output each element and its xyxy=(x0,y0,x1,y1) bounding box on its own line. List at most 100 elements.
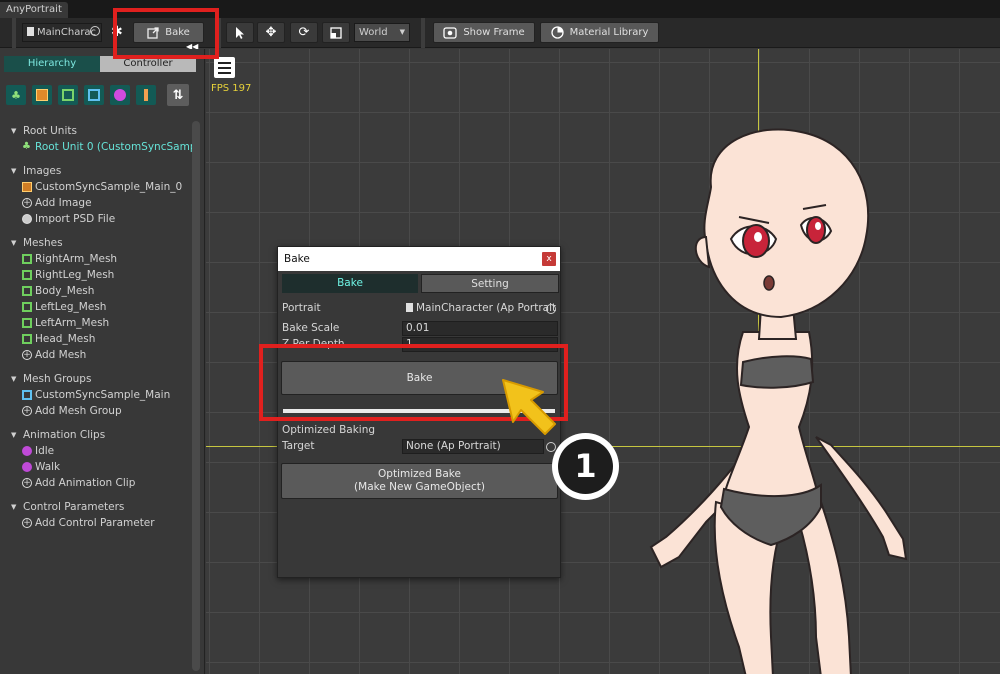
plus-circle-icon: + xyxy=(22,518,32,528)
expand-triangle-icon: ▼ xyxy=(11,167,17,175)
hierarchy-sidebar: Hierarchy Controller ♣ ⇅ ▼ Root Units ♣ Ro… xyxy=(0,49,205,674)
object-picker-icon[interactable] xyxy=(546,442,556,452)
file-icon xyxy=(27,27,34,36)
group-control-parameters[interactable]: ▼ Control Parameters xyxy=(0,499,195,515)
import-psd-button[interactable]: Import PSD File xyxy=(0,211,195,227)
material-library-button[interactable]: Material Library xyxy=(540,22,659,43)
add-mesh-button[interactable]: + Add Mesh xyxy=(0,347,195,363)
expand-triangle-icon: ▼ xyxy=(11,503,17,511)
sort-button[interactable]: ⇅ xyxy=(167,84,189,106)
add-animation-clip-button[interactable]: + Add Animation Clip xyxy=(0,475,195,491)
scale-icon xyxy=(330,26,342,39)
mesh-icon xyxy=(22,270,32,280)
mesh-filter-icon[interactable] xyxy=(58,85,78,105)
file-icon xyxy=(406,303,413,312)
list-item-mesh[interactable]: LeftLeg_Mesh xyxy=(0,299,195,315)
tab-hierarchy[interactable]: Hierarchy xyxy=(4,56,100,72)
plus-circle-icon: + xyxy=(22,198,32,208)
camera-frame-icon xyxy=(443,26,457,39)
list-item-mesh[interactable]: RightLeg_Mesh xyxy=(0,267,195,283)
list-item-mesh[interactable]: Body_Mesh xyxy=(0,283,195,299)
scale-tool-button[interactable] xyxy=(322,22,350,43)
target-object-field[interactable]: None (Ap Portrait) xyxy=(402,439,544,454)
fps-counter: FPS 197 xyxy=(211,83,252,94)
list-item-mesh[interactable]: LeftArm_Mesh xyxy=(0,315,195,331)
step-number-badge: 1 xyxy=(552,433,619,500)
expand-triangle-icon: ▼ xyxy=(11,239,17,247)
add-image-button[interactable]: + Add Image xyxy=(0,195,195,211)
animation-filter-icon[interactable] xyxy=(110,85,130,105)
root-unit-icon: ♣ xyxy=(22,141,31,152)
add-mesh-group-button[interactable]: + Add Mesh Group xyxy=(0,403,195,419)
sidebar-scrollbar[interactable] xyxy=(192,121,200,671)
list-item-mesh[interactable]: RightArm_Mesh xyxy=(0,251,195,267)
hierarchy-tree: ▼Root Units ♣Root Unit 0 (CustomSyncSamp… xyxy=(0,123,195,531)
optimized-bake-button[interactable]: Optimized Bake (Make New GameObject) xyxy=(281,463,558,499)
animation-clip-icon xyxy=(22,462,32,472)
rotate-icon: ⟳ xyxy=(298,25,310,40)
move-tool-button[interactable]: ✥ xyxy=(257,22,285,43)
control-param-filter-icon[interactable] xyxy=(136,85,156,105)
optimized-baking-label: Optimized Baking xyxy=(282,424,376,436)
dialog-tabs: Bake Setting xyxy=(282,274,559,293)
expand-triangle-icon: ▼ xyxy=(11,127,17,135)
list-item-mesh-group[interactable]: CustomSyncSample_Main xyxy=(0,387,195,403)
mesh-icon xyxy=(22,286,32,296)
list-item-mesh[interactable]: Head_Mesh xyxy=(0,331,195,347)
import-icon xyxy=(22,214,32,224)
object-picker-icon[interactable] xyxy=(546,304,556,314)
rotate-tool-button[interactable]: ⟳ xyxy=(290,22,318,43)
tab-bake[interactable]: Bake xyxy=(282,274,418,293)
expand-triangle-icon: ▼ xyxy=(11,431,17,439)
mesh-group-filter-icon[interactable] xyxy=(84,85,104,105)
hierarchy-filter-icons: ♣ xyxy=(6,85,156,105)
highlight-box-toolbar-bake xyxy=(113,8,219,59)
sort-arrows-icon: ⇅ xyxy=(172,87,184,103)
list-item-image[interactable]: CustomSyncSample_Main_0 xyxy=(0,179,195,195)
image-icon xyxy=(22,182,32,192)
group-meshes[interactable]: ▼ Meshes xyxy=(0,235,195,251)
move-arrows-icon: ✥ xyxy=(265,25,277,40)
target-label: Target xyxy=(282,440,315,452)
mesh-icon xyxy=(22,302,32,312)
hamburger-menu-button[interactable] xyxy=(214,57,235,78)
group-mesh-groups[interactable]: ▼ Mesh Groups xyxy=(0,371,195,387)
editor-tab-anyportrait[interactable]: AnyPortrait xyxy=(0,2,68,18)
close-icon[interactable]: x xyxy=(542,252,556,266)
select-tool-button[interactable] xyxy=(226,22,254,43)
material-sphere-icon xyxy=(550,26,564,39)
object-picker-icon[interactable] xyxy=(90,26,100,36)
plus-circle-icon: + xyxy=(22,350,32,360)
space-dropdown[interactable]: World ▼ xyxy=(354,23,410,42)
group-images[interactable]: ▼ Images xyxy=(0,163,195,179)
pointer-arrow-icon xyxy=(502,379,556,435)
tab-setting[interactable]: Setting xyxy=(421,274,559,293)
portrait-object-field[interactable]: MainCharacter (Ap Portrait) xyxy=(402,301,558,316)
list-item-root-unit[interactable]: ♣Root Unit 0 (CustomSyncSample_Main) xyxy=(0,139,195,155)
bake-scale-label: Bake Scale xyxy=(282,322,340,334)
toolbar-separator-2 xyxy=(421,18,425,48)
group-animation-clips[interactable]: ▼ Animation Clips xyxy=(0,427,195,443)
character-portrait-image xyxy=(649,128,908,674)
mesh-icon xyxy=(22,318,32,328)
mesh-icon xyxy=(22,254,32,264)
animation-clip-icon xyxy=(22,446,32,456)
bake-scale-input[interactable]: 0.01 xyxy=(402,321,558,336)
add-control-parameter-button[interactable]: + Add Control Parameter xyxy=(0,515,195,531)
list-item-animation-clip[interactable]: Idle xyxy=(0,443,195,459)
mesh-group-icon xyxy=(22,390,32,400)
toolbar-grip xyxy=(12,18,16,48)
plus-circle-icon: + xyxy=(22,406,32,416)
plus-circle-icon: + xyxy=(22,478,32,488)
list-item-animation-clip[interactable]: Walk xyxy=(0,459,195,475)
root-unit-filter-icon[interactable]: ♣ xyxy=(6,85,26,105)
expand-triangle-icon: ▼ xyxy=(11,375,17,383)
chevron-down-icon: ▼ xyxy=(399,28,405,36)
image-filter-icon[interactable] xyxy=(32,85,52,105)
mesh-icon xyxy=(22,334,32,344)
cursor-icon xyxy=(236,26,244,39)
portrait-label: Portrait xyxy=(282,302,321,314)
dialog-title-bar[interactable]: Bake x xyxy=(278,247,560,271)
show-frame-button[interactable]: Show Frame xyxy=(433,22,535,43)
group-root-units[interactable]: ▼ Root Units xyxy=(0,123,195,139)
